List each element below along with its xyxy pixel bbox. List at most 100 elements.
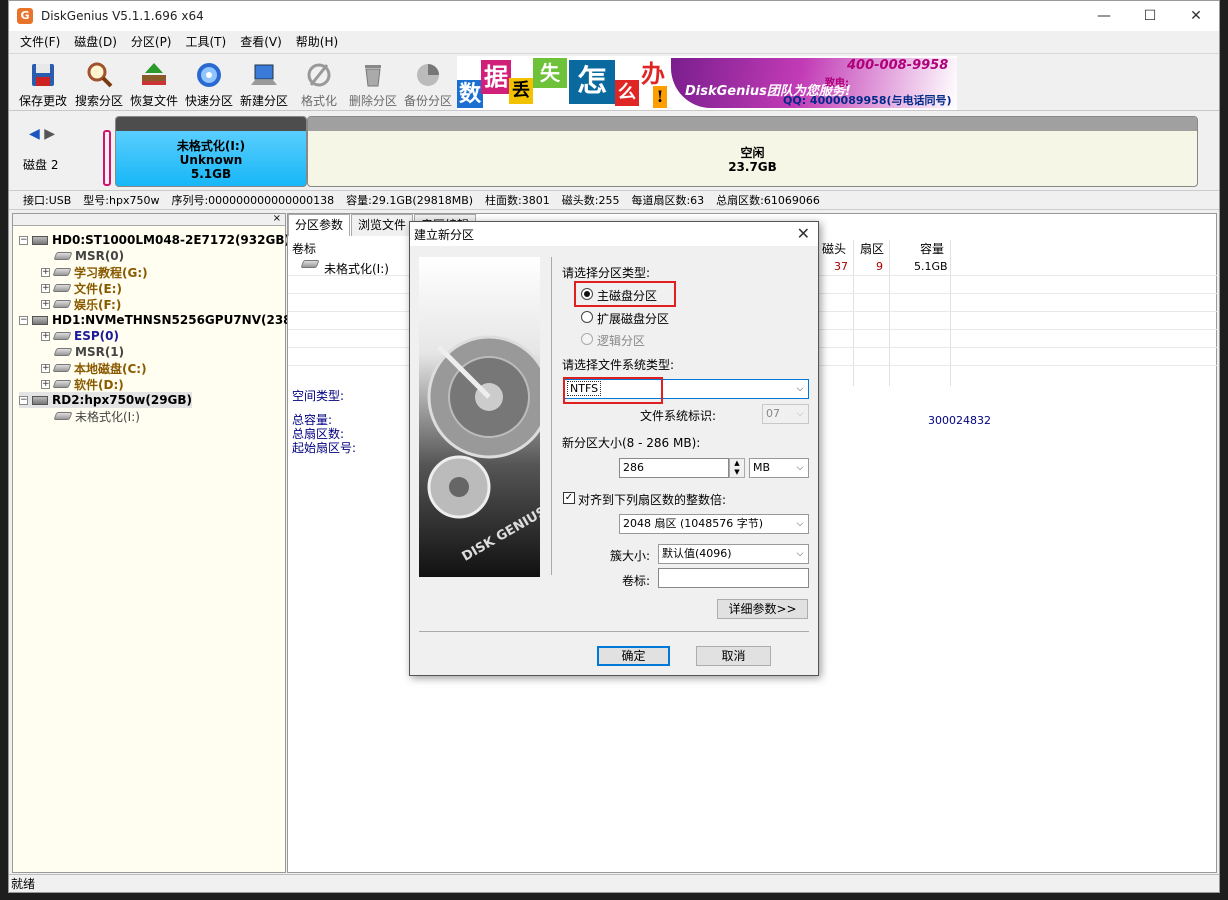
search-partition-button[interactable]: 搜索分区	[71, 58, 127, 110]
partition-icon	[52, 300, 72, 308]
new-partition-button[interactable]: 新建分区	[236, 58, 292, 110]
tree-item-label: 学习教程(G:)	[74, 265, 148, 280]
dialog-separator	[419, 631, 809, 632]
app-logo-icon: G	[17, 8, 33, 24]
tree-item-label: ESP(0)	[74, 329, 119, 343]
advanced-params-button[interactable]: 详细参数>>	[717, 599, 808, 619]
tree-partition[interactable]: MSR(0)	[53, 248, 124, 264]
tree-partition[interactable]: + 本地磁盘(C:)	[41, 360, 147, 376]
tree-item-label: 娱乐(F:)	[74, 297, 122, 312]
format-button[interactable]: 格式化	[291, 58, 347, 110]
disk-info-bar: 接口:USB 型号:hpx750w 序列号:000000000000000138…	[9, 190, 1219, 210]
filesystem-id-select[interactable]: 07 ⌵	[762, 404, 809, 424]
volume-label-input[interactable]	[658, 568, 809, 588]
tab-partition-params[interactable]: 分区参数	[288, 214, 351, 236]
hard-disk-icon	[32, 315, 48, 325]
save-changes-button[interactable]: 保存更改	[15, 58, 71, 110]
extended-partition-radio[interactable]	[581, 311, 593, 323]
ok-button[interactable]: 确定	[597, 646, 670, 666]
format-label: 格式化	[300, 94, 337, 108]
info-heads: 磁头数:255	[561, 194, 620, 207]
expand-icon[interactable]: +	[41, 331, 50, 341]
total-capacity-label: 总容量:	[292, 413, 333, 427]
banner-tile: 数	[457, 80, 483, 108]
partition-size-input[interactable]: 286	[619, 458, 729, 478]
chevron-down-icon: ⌵	[796, 409, 804, 419]
close-button[interactable]: ✕	[1173, 1, 1219, 31]
laptop-icon	[248, 60, 280, 90]
align-checkbox[interactable]: ✓	[563, 492, 575, 504]
tree-partition[interactable]: + 娱乐(F:)	[41, 296, 121, 312]
backup-partition-button[interactable]: 备份分区	[400, 58, 456, 110]
quick-partition-button[interactable]: 快速分区	[181, 58, 237, 110]
partition-segment-unformatted[interactable]: 未格式化(I:) Unknown 5.1GB	[115, 116, 307, 187]
tree-disk-hd1[interactable]: − HD1:NVMeTHNSN5256GPU7NV(238GB)	[19, 312, 316, 328]
expand-icon[interactable]: +	[41, 267, 50, 277]
expand-icon[interactable]: +	[41, 363, 50, 373]
tree-partition[interactable]: MSR(1)	[53, 344, 124, 360]
dialog-title-bar[interactable]: 建立新分区 ✕	[410, 222, 818, 246]
save-icon	[27, 60, 59, 90]
primary-partition-label[interactable]: 主磁盘分区	[597, 287, 657, 304]
promo-banner[interactable]: 数 据 丢 失 怎 么 办 ! DiskGenius团队为您服务! 致电: 40…	[457, 56, 957, 110]
tree-item-label: HD0:ST1000LM048-2E7172(932GB)	[52, 233, 290, 247]
chevron-down-icon: ⌵	[796, 384, 804, 394]
tab-browse-files[interactable]: 浏览文件	[351, 214, 414, 236]
col-sector: 扇区	[860, 242, 885, 256]
align-label[interactable]: 对齐到下列扇区数的整数倍:	[578, 491, 726, 508]
size-stepper[interactable]: ▲ ▼	[729, 458, 745, 478]
tree-close-icon[interactable]: ×	[273, 213, 281, 224]
partition-type-label: 请选择分区类型:	[562, 266, 651, 280]
expand-icon[interactable]: +	[41, 379, 50, 389]
tree-partition[interactable]: + 软件(D:)	[41, 376, 124, 392]
menu-help[interactable]: 帮助(H)	[289, 31, 345, 53]
size-unit-select[interactable]: MB ⌵	[749, 458, 809, 478]
segment-size: 23.7GB	[728, 160, 777, 174]
dialog-divider	[551, 257, 552, 575]
cancel-button[interactable]: 取消	[696, 646, 771, 666]
minimize-button[interactable]: —	[1081, 1, 1127, 31]
primary-partition-radio[interactable]	[581, 288, 593, 300]
menu-partition[interactable]: 分区(P)	[124, 31, 179, 53]
expand-icon[interactable]: +	[41, 283, 50, 293]
menu-disk[interactable]: 磁盘(D)	[67, 31, 124, 53]
tree-disk-rd2[interactable]: − RD2:hpx750w(29GB)	[19, 392, 193, 408]
menu-tools[interactable]: 工具(T)	[179, 31, 234, 53]
recover-icon	[138, 60, 170, 90]
maximize-button[interactable]: ☐	[1127, 1, 1173, 31]
tree-item-label: 文件(E:)	[74, 281, 122, 296]
tree-partition[interactable]: + 文件(E:)	[41, 280, 122, 296]
tree-partition[interactable]: + ESP(0)	[41, 328, 119, 344]
expand-icon[interactable]: +	[41, 299, 50, 309]
align-sectors-select[interactable]: 2048 扇区 (1048576 字节) ⌵	[619, 514, 809, 534]
banner-tile: 丢	[509, 78, 533, 104]
col-volume: 卷标	[292, 242, 317, 256]
tree-item-label: RD2:hpx750w(29GB)	[52, 393, 193, 407]
align-sectors-value: 2048 扇区 (1048576 字节)	[623, 517, 764, 530]
dialog-close-icon[interactable]: ✕	[797, 224, 810, 243]
prev-disk-arrow-icon[interactable]: ◀	[29, 126, 40, 142]
logical-partition-label[interactable]: 逻辑分区	[597, 332, 645, 349]
row-capacity: 5.1GB	[914, 260, 948, 273]
title-bar[interactable]: G DiskGenius V5.1.1.696 x64 — ☐ ✕	[9, 1, 1219, 31]
highlight-box	[563, 377, 663, 404]
disc-icon	[193, 60, 225, 90]
partition-icon	[52, 284, 72, 292]
collapse-icon[interactable]: −	[19, 235, 28, 245]
partition-segment-free[interactable]: 空闲 23.7GB	[307, 116, 1198, 187]
menu-view[interactable]: 查看(V)	[233, 31, 289, 53]
menu-file[interactable]: 文件(F)	[13, 31, 67, 53]
tree-disk-hd0[interactable]: − HD0:ST1000LM048-2E7172(932GB)	[19, 232, 290, 248]
collapse-icon[interactable]: −	[19, 315, 28, 325]
tree-partition[interactable]: + 学习教程(G:)	[41, 264, 148, 280]
cluster-size-select[interactable]: 默认值(4096) ⌵	[658, 544, 809, 564]
recover-files-button[interactable]: 恢复文件	[126, 58, 182, 110]
tree-panel-header: ×	[13, 214, 285, 226]
extended-partition-label[interactable]: 扩展磁盘分区	[597, 310, 669, 327]
next-disk-arrow-icon[interactable]: ▶	[44, 126, 55, 142]
delete-partition-button[interactable]: 删除分区	[345, 58, 401, 110]
disk-genius-hdd-image: DISK GENIUS	[419, 257, 540, 577]
tree-partition[interactable]: 未格式化(I:)	[53, 408, 140, 424]
logical-partition-radio[interactable]	[581, 333, 593, 345]
collapse-icon[interactable]: −	[19, 395, 28, 405]
